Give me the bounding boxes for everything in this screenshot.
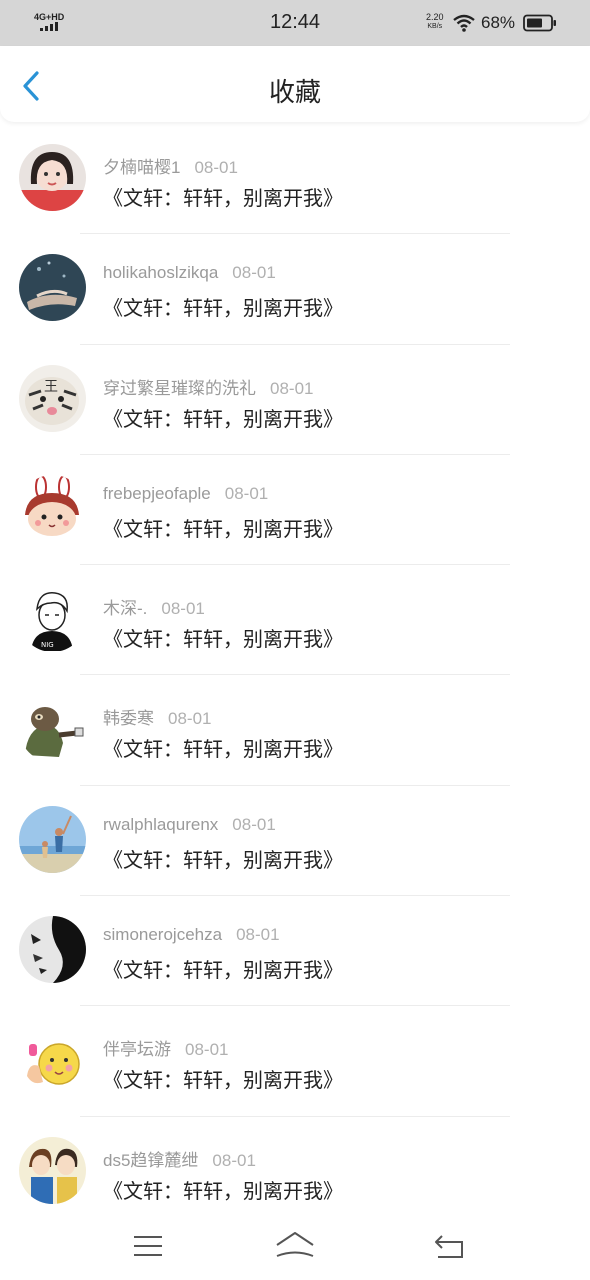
item-date: 08-01 (224, 483, 269, 503)
item-meta: holikahoslzikqa 08-01 (103, 263, 276, 283)
battery-percent: 68% (481, 13, 516, 32)
item-meta: frebepjeofaple 08-01 (103, 484, 268, 504)
user-name[interactable]: 韩委寒 (103, 709, 154, 728)
item-meta: 穿过繁星璀璨的洗礼 08-01 (103, 374, 313, 399)
menu-icon (134, 1236, 162, 1256)
avatar[interactable] (19, 695, 86, 763)
network-speed: 2.20 KB/s (426, 13, 444, 31)
avatar[interactable] (19, 916, 86, 984)
item-date: 08-01 (194, 158, 238, 177)
avatar[interactable]: 王 (19, 364, 86, 432)
avatar[interactable] (19, 474, 86, 542)
list-item[interactable]: holikahoslzikqa 08-01 《文轩：轩轩，别离开我》 (0, 234, 590, 345)
menu-button[interactable] (128, 1230, 168, 1262)
item-date: 08-01 (212, 1150, 256, 1170)
header: 收藏 (0, 46, 590, 122)
avatar[interactable] (19, 254, 86, 322)
back-nav-button[interactable] (430, 1230, 470, 1262)
list-item[interactable]: 夕楠喵樱1 08-01 《文轩：轩轩，别离开我》 (0, 124, 590, 235)
system-navbar (0, 1212, 590, 1280)
item-date: 08-01 (236, 925, 280, 945)
article-title[interactable]: 《文轩：轩轩，别离开我》 (103, 844, 343, 873)
avatar[interactable] (19, 805, 86, 873)
speed-value: 2.20 (426, 12, 444, 22)
user-name[interactable]: 木深-. (103, 599, 147, 618)
item-date: 08-01 (161, 599, 205, 619)
home-button[interactable] (275, 1230, 315, 1262)
article-title[interactable]: 《文轩：轩轩，别离开我》 (103, 292, 343, 321)
item-meta: 夕楠喵樱1 08-01 (103, 153, 238, 178)
back-icon (435, 1235, 463, 1258)
item-meta: 木深-. 08-01 (103, 594, 205, 619)
svg-text:NIG: NIG (41, 641, 54, 649)
home-icon (276, 1232, 314, 1257)
user-name[interactable]: simonerojcehza (103, 925, 222, 944)
speed-unit: KB/s (427, 23, 443, 30)
status-bar: 4G+HD 12:44 2.20 KB/s 68% (0, 0, 590, 46)
item-meta: rwalphlaqurenx 08-01 (103, 815, 276, 835)
item-date: 08-01 (270, 378, 314, 398)
user-name[interactable]: frebepjeofaple (103, 484, 211, 503)
article-title[interactable]: 《文轩：轩轩，别离开我》 (103, 1064, 343, 1093)
article-title[interactable]: 《文轩：轩轩，别离开我》 (103, 954, 343, 983)
list-item[interactable]: rwalphlaqurenx 08-01 《文轩：轩轩，别离开我》 (0, 786, 590, 897)
list-item[interactable]: 韩委寒 08-01 《文轩：轩轩，别离开我》 (0, 675, 590, 786)
favorites-list: 夕楠喵樱1 08-01 《文轩：轩轩，别离开我》 holikahoslzikqa 0… (0, 124, 590, 1227)
page-title: 收藏 (268, 78, 321, 108)
list-item[interactable]: 王 穿过繁星璀璨的洗礼 08-01 《文轩：轩轩，别离开我》 (0, 345, 590, 455)
article-title[interactable]: 《文轩：轩轩，别离开我》 (103, 733, 343, 762)
user-name[interactable]: rwalphlaqurenx (103, 815, 218, 834)
article-title[interactable]: 《文轩：轩轩，别离开我》 (103, 623, 343, 652)
article-title[interactable]: 《文轩：轩轩，别离开我》 (103, 403, 343, 432)
user-name[interactable]: 伴亭坛游 (103, 1040, 171, 1059)
list-item[interactable]: NIG 木深-. 08-01 《文轩：轩轩，别离开我》 (0, 565, 590, 676)
avatar[interactable] (19, 1136, 86, 1204)
article-title[interactable]: 《文轩：轩轩，别离开我》 (103, 513, 343, 542)
wifi-icon (453, 14, 475, 37)
item-date: 08-01 (232, 263, 276, 283)
user-name[interactable]: ds5趋镎麓绁 (103, 1151, 198, 1170)
item-date: 08-01 (185, 1040, 229, 1060)
item-date: 08-01 (168, 709, 212, 729)
article-title[interactable]: 《文轩：轩轩，别离开我》 (103, 1175, 343, 1204)
item-meta: ds5趋镎麓绁 08-01 (103, 1146, 256, 1171)
item-meta: 伴亭坛游 08-01 (103, 1035, 228, 1060)
user-name[interactable]: 穿过繁星璀璨的洗礼 (103, 379, 256, 398)
list-item[interactable]: 伴亭坛游 08-01 《文轩：轩轩，别离开我》 (0, 1006, 590, 1117)
item-meta: simonerojcehza 08-01 (103, 925, 280, 945)
list-item[interactable]: frebepjeofaple 08-01 《文轩：轩轩，别离开我》 (0, 455, 590, 566)
list-item[interactable]: simonerojcehza 08-01 《文轩：轩轩，别离开我》 (0, 896, 590, 1007)
battery-icon (523, 14, 557, 37)
user-name[interactable]: holikahoslzikqa (103, 263, 218, 282)
article-title[interactable]: 《文轩：轩轩，别离开我》 (103, 182, 343, 211)
item-date: 08-01 (232, 814, 276, 834)
avatar[interactable]: NIG (19, 585, 86, 653)
avatar[interactable] (19, 144, 86, 211)
user-name[interactable]: 夕楠喵樱1 (103, 158, 180, 177)
item-meta: 韩委寒 08-01 (103, 704, 211, 729)
avatar[interactable] (19, 1026, 86, 1094)
list-item[interactable]: ds5趋镎麓绁 08-01 《文轩：轩轩，别离开我》 (0, 1117, 590, 1227)
svg-text:王: 王 (44, 379, 58, 395)
